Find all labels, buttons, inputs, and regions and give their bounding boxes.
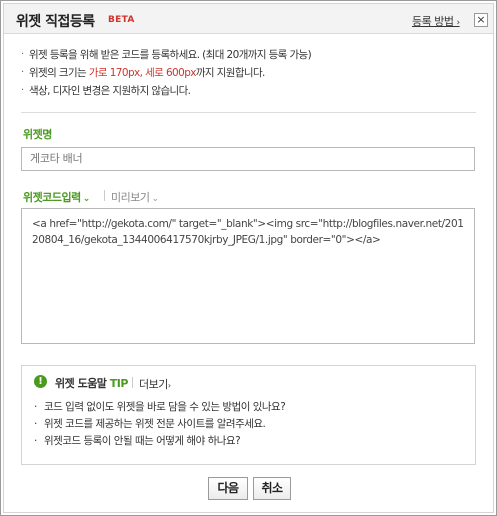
widget-code-textarea[interactable]: <a href="http://gekota.com/" target="_bl… [21,208,475,344]
notice-list: · 위젯 등록을 위해 받은 코드를 등록하세요. (최대 20개까지 등록 가능… [21,46,481,100]
tip-item[interactable]: · 위젯 코드를 제공하는 위젯 전문 사이트를 알려주세요. [34,416,285,433]
tab-preview-label: 미리보기 [111,191,150,204]
widget-name-input[interactable]: 게코타 배너 [21,147,475,171]
tab-preview[interactable]: 미리보기 ⌄ [111,189,159,205]
dialog-window: 위젯 직접등록 BETA 등록 방법 › × · 위젯 등록을 위해 받은 코드를… [0,0,497,516]
close-button[interactable]: × [474,13,488,27]
tab-code-input-label: 위젯코드입력 [23,191,81,204]
widget-name-label: 위젯명 [23,128,52,141]
tip-list: · 코드 입력 없이도 위젯을 바로 담을 수 있는 방법이 있나요? · 위젯 코… [34,399,286,450]
notice-text: 색상, 디자인 변경은 지원하지 않습니다. [29,85,191,97]
tip-separator [132,377,133,388]
tip-title: 위젯 도움말 TIP [55,375,128,391]
tip-item-text: 코드 입력 없이도 위젯을 바로 담을 수 있는 방법이 있나요? [44,401,286,413]
notice-text: 까지 지원합니다. [195,67,266,79]
chevron-down-icon: ⌄ [82,194,91,204]
notice-item: · 색상, 디자인 변경은 지원하지 않습니다. [21,82,481,100]
notice-text: 위젯 등록을 위해 받은 코드를 등록하세요. (최대 20개까지 등록 가능) [29,49,312,61]
bullet-icon: · [21,49,24,60]
tip-item-text: 위젯 코드를 제공하는 위젯 전문 사이트를 알려주세요. [44,418,266,430]
chevron-down-icon: ⌄ [151,194,159,204]
beta-badge: BETA [108,15,135,25]
section-divider [21,112,476,113]
tab-separator [104,190,105,201]
bullet-icon: · [21,67,24,78]
tip-item[interactable]: · 위젯코드 등록이 안될 때는 어떻게 해야 하나요? [34,433,285,450]
exclamation-icon: ! [34,375,47,388]
more-link-label: 더보기 [139,378,168,391]
help-tip-box: ! 위젯 도움말 TIP 더보기› · 코드 입력 없이도 위젯을 바로 담을 수… [21,365,476,465]
help-link-arrow-icon: › [456,18,460,28]
tab-code-input[interactable]: 위젯코드입력 ⌄ [23,189,90,205]
notice-item: · 위젯의 크기는 가로 170px, 세로 600px까지 지원합니다. [21,64,481,82]
more-arrow-icon: › [167,381,171,390]
next-button[interactable]: 다음 [208,477,248,500]
tip-item-text: 위젯코드 등록이 안될 때는 어떻게 해야 하나요? [44,435,241,447]
registration-help-link[interactable]: 등록 방법 › [412,13,460,29]
dialog-header: 위젯 직접등록 BETA 등록 방법 › × [4,4,493,34]
bullet-icon: · [34,401,37,413]
more-link[interactable]: 더보기› [139,376,171,392]
notice-highlight: 가로 170px, 세로 600px [88,67,197,79]
tip-title-text: 위젯 도움말 [55,377,107,390]
cancel-button[interactable]: 취소 [253,477,291,500]
tip-tag: TIP [109,377,129,390]
notice-text: 위젯의 크기는 [29,67,89,79]
tip-item[interactable]: · 코드 입력 없이도 위젯을 바로 담을 수 있는 방법이 있나요? [34,399,286,416]
bullet-icon: · [34,418,37,430]
bullet-icon: · [34,435,37,447]
dialog-title: 위젯 직접등록 [16,14,95,30]
notice-item: · 위젯 등록을 위해 받은 코드를 등록하세요. (최대 20개까지 등록 가능… [21,46,481,64]
bullet-icon: · [21,85,24,96]
registration-help-label: 등록 방법 [412,15,454,28]
